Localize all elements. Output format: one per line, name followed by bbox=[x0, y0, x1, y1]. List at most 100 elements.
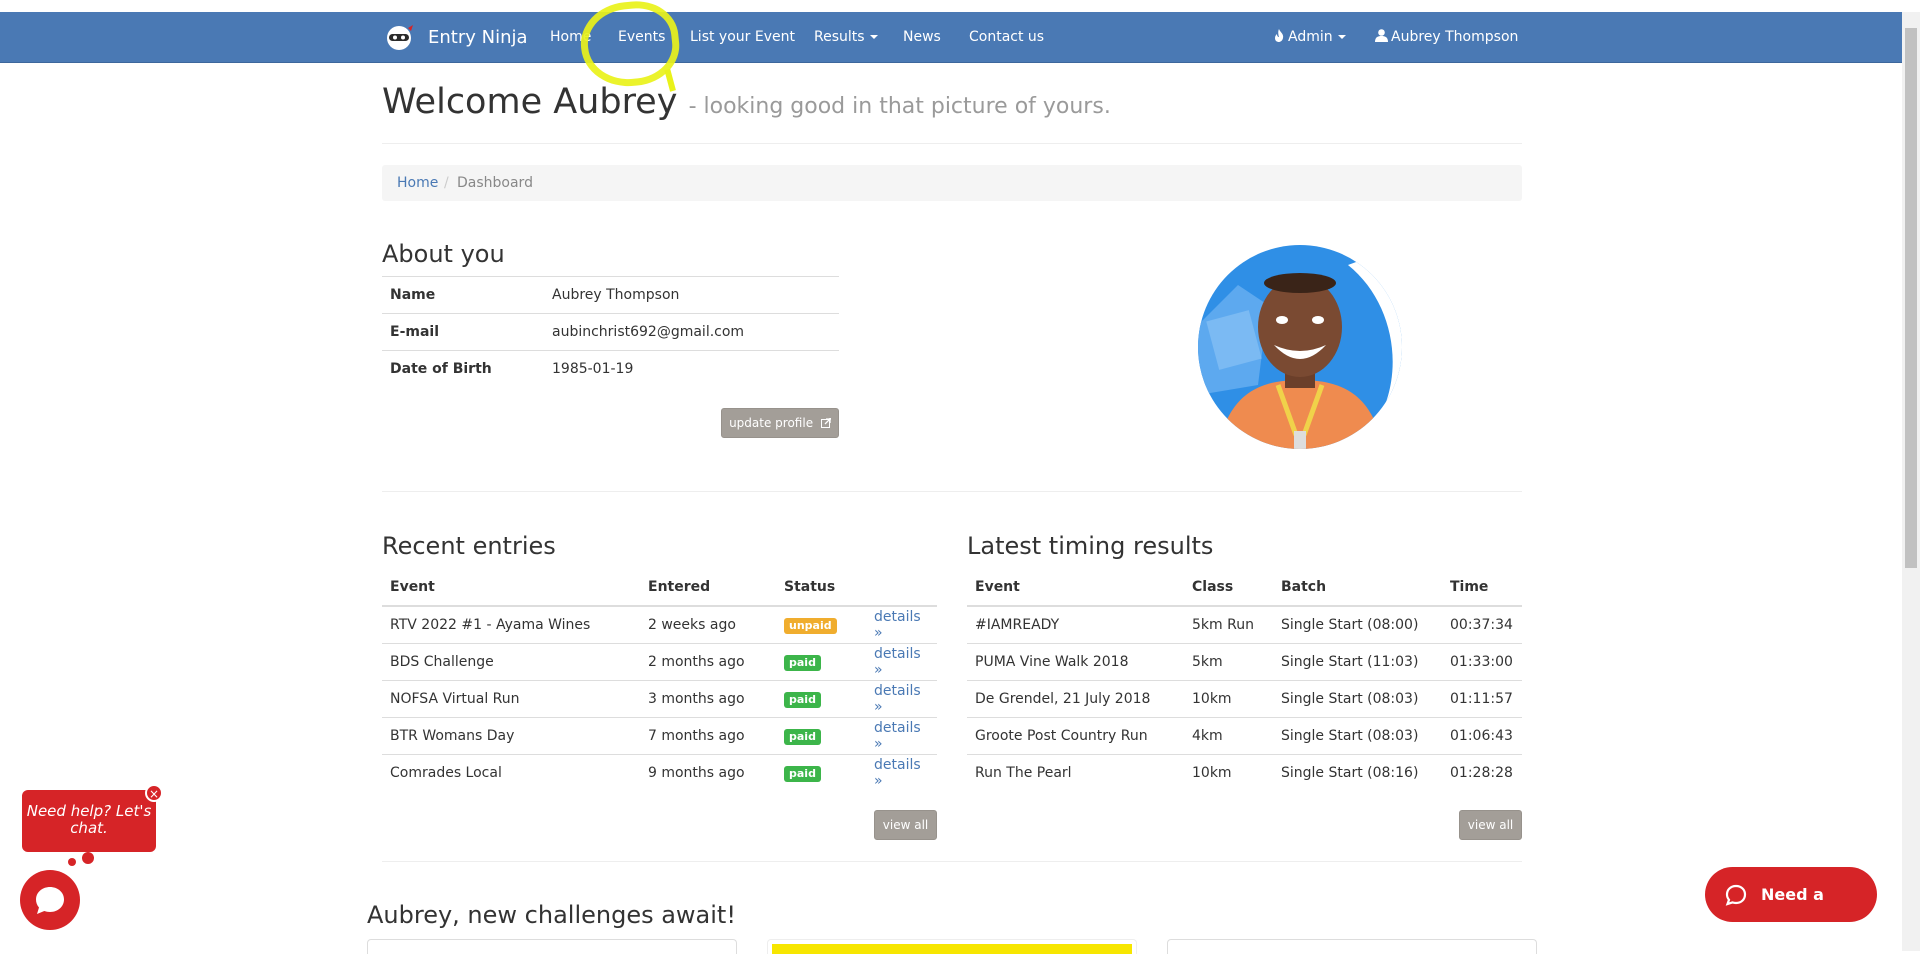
user-icon bbox=[1375, 29, 1388, 42]
about-label-dob: Date of Birth bbox=[382, 350, 544, 387]
nav-news[interactable]: News bbox=[903, 12, 941, 62]
result-time: 00:37:34 bbox=[1442, 605, 1522, 644]
entry-event: Comrades Local bbox=[382, 754, 640, 791]
entry-entered: 3 months ago bbox=[640, 680, 776, 718]
breadcrumb-home[interactable]: Home bbox=[397, 165, 438, 201]
result-class: 10km bbox=[1184, 754, 1273, 791]
entry-details-cell: details » bbox=[866, 754, 937, 791]
breadcrumb-current: Dashboard bbox=[457, 175, 533, 191]
table-row: De Grendel, 21 July 2018 10km Single Sta… bbox=[967, 680, 1522, 718]
table-row: BTR Womans Day 7 months ago paid details… bbox=[382, 717, 937, 755]
about-value-dob: 1985-01-19 bbox=[544, 350, 839, 387]
entry-details-cell: details » bbox=[866, 680, 937, 718]
avatar bbox=[1198, 245, 1402, 449]
need-a-hand-button[interactable]: Need a hand? bbox=[1705, 867, 1877, 959]
browser-top-strip bbox=[0, 0, 1920, 12]
status-badge: paid bbox=[784, 728, 821, 745]
view-all-entries-button[interactable]: view all bbox=[874, 810, 937, 840]
recent-entries-table: Event Entered Status RTV 2022 #1 - Ayama… bbox=[382, 568, 937, 791]
status-badge: paid bbox=[784, 654, 821, 671]
entry-entered: 9 months ago bbox=[640, 754, 776, 791]
table-row: BDS Challenge 2 months ago paid details … bbox=[382, 643, 937, 681]
breadcrumb: Home / Dashboard bbox=[382, 165, 1522, 201]
result-batch: Single Start (11:03) bbox=[1273, 643, 1442, 681]
column-header: Time bbox=[1442, 568, 1522, 607]
challenge-card[interactable] bbox=[767, 939, 1137, 954]
details-link[interactable]: details » bbox=[874, 683, 921, 715]
fire-icon bbox=[1275, 29, 1284, 42]
challenge-card[interactable] bbox=[367, 939, 737, 954]
status-badge: unpaid bbox=[784, 617, 837, 634]
details-link[interactable]: details » bbox=[874, 720, 921, 752]
chat-prompt-text: Need help? Let's chat. bbox=[26, 802, 152, 837]
about-table: Name Aubrey Thompson E-mail aubinchrist6… bbox=[382, 276, 839, 387]
result-class: 5km bbox=[1184, 643, 1273, 681]
entry-event: NOFSA Virtual Run bbox=[382, 680, 640, 718]
chat-bubble-tail bbox=[68, 858, 76, 866]
entry-status-cell: paid bbox=[776, 680, 866, 718]
update-profile-button[interactable]: update profile bbox=[721, 408, 839, 438]
chevron-down-icon bbox=[869, 35, 878, 39]
latest-results-table: Event Class Batch Time #IAMREADY 5km Run… bbox=[967, 568, 1522, 791]
about-row: E-mail aubinchrist692@gmail.com bbox=[382, 313, 839, 351]
nav-list-your-event[interactable]: List your Event bbox=[690, 12, 795, 62]
update-profile-label: update profile bbox=[729, 416, 814, 430]
table-header-row: Event Entered Status bbox=[382, 568, 937, 607]
about-heading: About you bbox=[382, 240, 505, 268]
entry-status-cell: paid bbox=[776, 754, 866, 791]
divider bbox=[382, 491, 1522, 492]
status-badge: paid bbox=[784, 691, 821, 708]
table-header-row: Event Class Batch Time bbox=[967, 568, 1522, 607]
challenges-heading: Aubrey, new challenges await! bbox=[367, 901, 736, 929]
chevron-down-icon bbox=[1380, 85, 1388, 89]
nav-admin-dropdown[interactable]: Admin bbox=[1274, 12, 1346, 62]
about-row: Date of Birth 1985-01-19 bbox=[382, 350, 839, 387]
nav-results[interactable]: Results bbox=[814, 12, 878, 62]
need-a-hand-label: Need a hand? bbox=[1761, 885, 1824, 959]
column-header: Event bbox=[382, 568, 640, 607]
entry-event: BTR Womans Day bbox=[382, 717, 640, 755]
about-row: Name Aubrey Thompson bbox=[382, 276, 839, 314]
close-icon[interactable]: × bbox=[145, 784, 163, 802]
page-title: Welcome Aubrey - looking good in that pi… bbox=[382, 82, 1111, 122]
result-batch: Single Start (08:03) bbox=[1273, 717, 1442, 755]
result-time: 01:11:57 bbox=[1442, 680, 1522, 718]
about-label-name: Name bbox=[382, 276, 544, 314]
page-scrollbar[interactable] bbox=[1902, 12, 1920, 951]
details-link[interactable]: details » bbox=[874, 646, 921, 678]
entry-details-cell: details » bbox=[866, 717, 937, 755]
view-all-results-button[interactable]: view all bbox=[1459, 810, 1522, 840]
brand-link[interactable]: Entry Ninja bbox=[386, 12, 528, 62]
entry-status-cell: paid bbox=[776, 643, 866, 681]
chat-launcher-button[interactable] bbox=[20, 870, 80, 930]
result-time: 01:06:43 bbox=[1442, 717, 1522, 755]
nav-user-dropdown[interactable]: Aubrey Thompson bbox=[1375, 12, 1522, 89]
chat-icon bbox=[36, 887, 64, 914]
column-header: Event bbox=[967, 568, 1184, 607]
entry-status-cell: paid bbox=[776, 717, 866, 755]
latest-results-heading: Latest timing results bbox=[967, 532, 1214, 560]
table-row: #IAMREADY 5km Run Single Start (08:00) 0… bbox=[967, 605, 1522, 644]
challenge-card[interactable] bbox=[1167, 939, 1537, 954]
welcome-subtitle: - looking good in that picture of yours. bbox=[688, 94, 1111, 119]
table-row: Run The Pearl 10km Single Start (08:16) … bbox=[967, 754, 1522, 791]
nav-contact-us[interactable]: Contact us bbox=[969, 12, 1044, 62]
result-batch: Single Start (08:16) bbox=[1273, 754, 1442, 791]
brand-name: Entry Ninja bbox=[428, 26, 528, 48]
status-badge: paid bbox=[784, 765, 821, 782]
chat-prompt-bubble[interactable]: Need help? Let's chat. bbox=[22, 790, 156, 852]
result-event: PUMA Vine Walk 2018 bbox=[967, 643, 1184, 681]
details-link[interactable]: details » bbox=[874, 609, 921, 641]
result-batch: Single Start (08:03) bbox=[1273, 680, 1442, 718]
chevron-down-icon bbox=[1337, 35, 1346, 39]
details-link[interactable]: details » bbox=[874, 757, 921, 789]
nav-admin-label: Admin bbox=[1288, 29, 1333, 45]
about-value-email: aubinchrist692@gmail.com bbox=[544, 313, 839, 351]
table-row: PUMA Vine Walk 2018 5km Single Start (11… bbox=[967, 643, 1522, 681]
entry-event: BDS Challenge bbox=[382, 643, 640, 681]
scrollbar-thumb[interactable] bbox=[1905, 28, 1917, 568]
top-navbar: Entry Ninja Home Events List your Event … bbox=[0, 12, 1902, 89]
column-header-empty bbox=[866, 568, 937, 607]
entry-status-cell: unpaid bbox=[776, 605, 866, 644]
welcome-title: Welcome Aubrey bbox=[382, 82, 678, 122]
